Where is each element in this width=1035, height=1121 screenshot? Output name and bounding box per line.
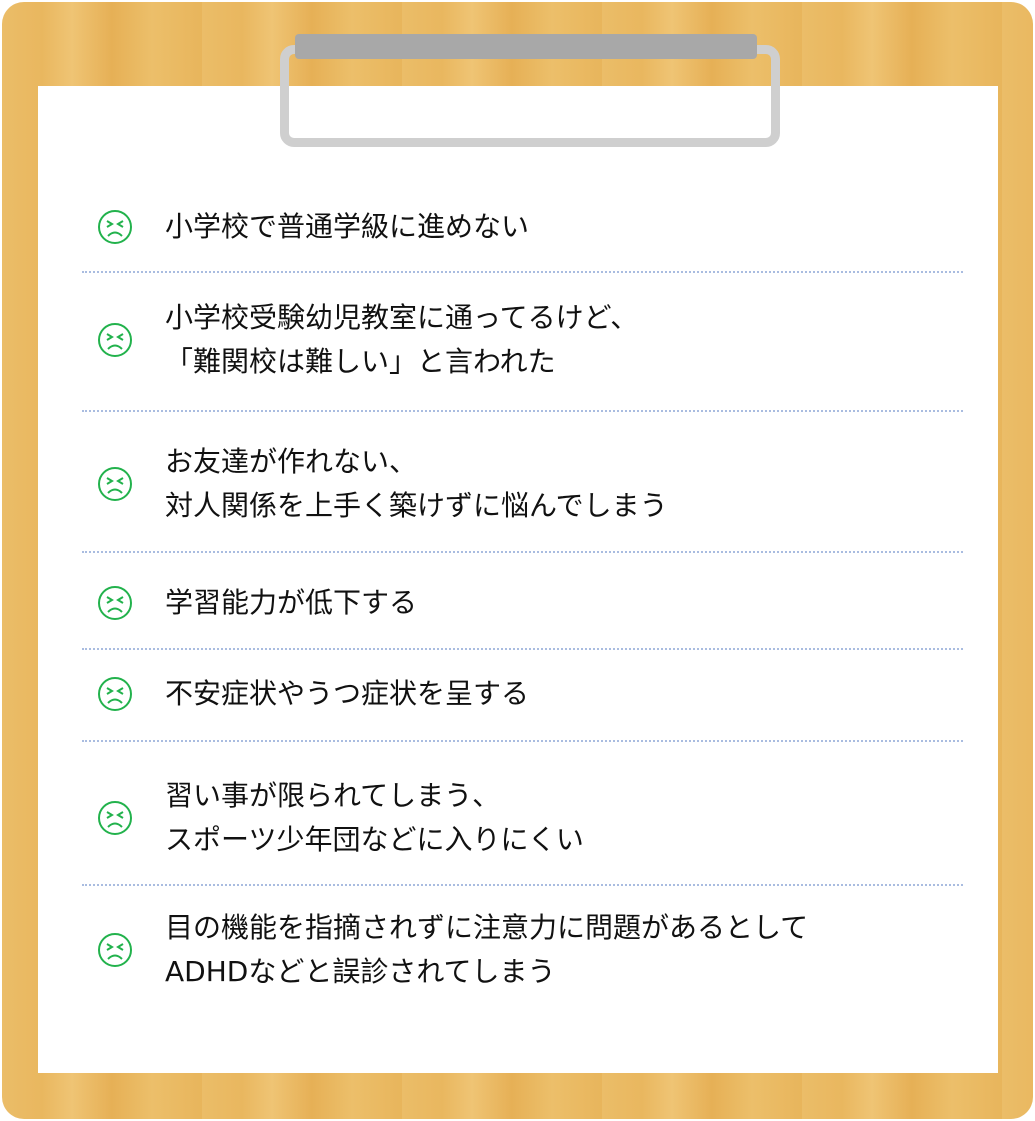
- sad-face-icon: [97, 932, 133, 968]
- sad-face-icon: [97, 322, 133, 358]
- item-text-line: ADHDなどと誤診されてしまう: [165, 955, 556, 988]
- clip-ring: [280, 45, 780, 147]
- sad-face-icon: [97, 585, 133, 621]
- divider: [82, 271, 963, 273]
- item-text: 小学校で普通学級に進めない: [165, 205, 529, 249]
- item-text-line: 小学校で普通学級に進めない: [165, 210, 530, 243]
- item-text-line: 「難関校は難しい」と言われた: [165, 345, 556, 378]
- divider: [82, 740, 963, 742]
- sad-face-icon: [97, 466, 133, 502]
- item-text-line: 不安症状やうつ症状を呈する: [165, 677, 530, 710]
- item-text-line: お友達が作れない、: [165, 445, 418, 478]
- item-text: お友達が作れない、対人関係を上手く築けずに悩んでしまう: [165, 440, 668, 528]
- item-text-line: 小学校受験幼児教室に通ってるけど、: [165, 301, 639, 334]
- sad-face-icon: [97, 800, 133, 836]
- item-text: 学習能力が低下する: [165, 581, 417, 625]
- item-text: 目の機能を指摘されずに注意力に問題があるとして ADHDなどと誤診されてしまう: [165, 906, 808, 994]
- item-text-line: 目の機能を指摘されずに注意力に問題があるとして: [165, 911, 809, 944]
- clip-bar: [295, 34, 757, 59]
- sad-face-icon: [97, 676, 133, 712]
- item-text: 小学校受験幼児教室に通ってるけど、 「難関校は難しい」と言われた: [165, 296, 638, 384]
- sad-face-icon: [97, 209, 133, 245]
- item-text-line: 対人関係を上手く築けずに悩んでしまう: [165, 489, 668, 522]
- item-text: 習い事が限られてしまう、スポーツ少年団などに入りにくい: [165, 774, 584, 862]
- item-text: 不安症状やうつ症状を呈する: [165, 672, 529, 716]
- item-text-line: 学習能力が低下する: [165, 586, 418, 619]
- divider: [82, 884, 963, 886]
- item-text-line: スポーツ少年団などに入りにくい: [165, 823, 584, 856]
- divider: [82, 410, 963, 412]
- divider: [82, 551, 963, 553]
- divider: [82, 648, 963, 650]
- item-text-line: 習い事が限られてしまう、: [165, 779, 501, 812]
